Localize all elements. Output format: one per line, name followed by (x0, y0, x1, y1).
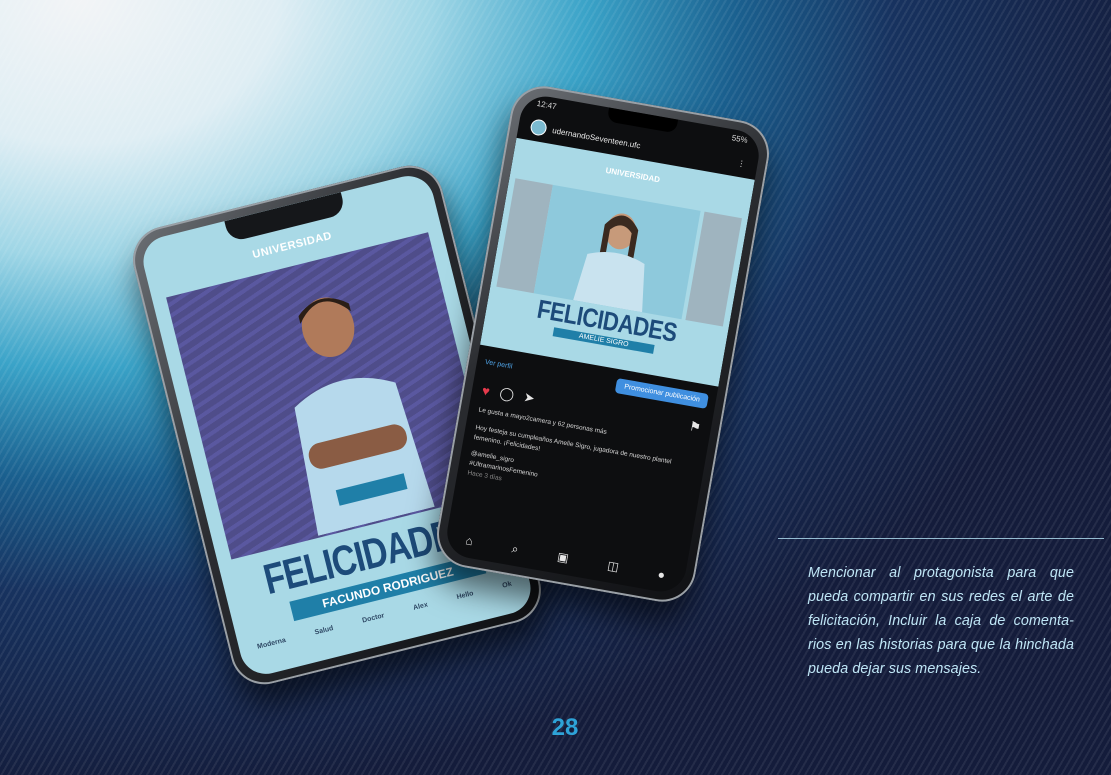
sponsor-logo: Salud (313, 625, 335, 637)
caption-text: Mencionar al protagonista para que pueda… (808, 565, 1074, 677)
sponsor-logo: Ok (501, 580, 513, 590)
profile-icon[interactable]: ● (657, 567, 667, 582)
player-illustration (294, 297, 435, 536)
heart-icon[interactable]: ♥ (481, 382, 491, 398)
bookmark-icon[interactable]: ⚑ (688, 418, 702, 436)
more-options-icon[interactable]: ⋮ (737, 158, 746, 168)
home-icon[interactable]: ⌂ (464, 533, 474, 548)
share-icon[interactable]: ➤ (522, 389, 536, 407)
sponsor-logo: Doctor (361, 612, 386, 625)
avatar[interactable] (529, 118, 548, 137)
shop-icon[interactable]: ◫ (606, 558, 620, 574)
divider-line (778, 538, 1104, 539)
search-icon[interactable]: ⌕ (510, 541, 520, 557)
reels-icon[interactable]: ▣ (556, 549, 570, 565)
comment-icon[interactable]: ◯ (498, 385, 515, 403)
visit-profile-link[interactable]: Ver perfil (485, 358, 513, 370)
sponsor-logo: Alex (412, 601, 429, 612)
page-number: 28 (551, 714, 579, 741)
status-battery: 55% (730, 133, 749, 145)
post-image[interactable]: UNIVERSIDAD FELICIDADES AMELIE SIGRO (480, 137, 755, 387)
sponsor-logo: Hello (456, 590, 475, 602)
status-time: 12:47 (536, 98, 558, 112)
sponsor-logo: Moderna (256, 636, 287, 651)
